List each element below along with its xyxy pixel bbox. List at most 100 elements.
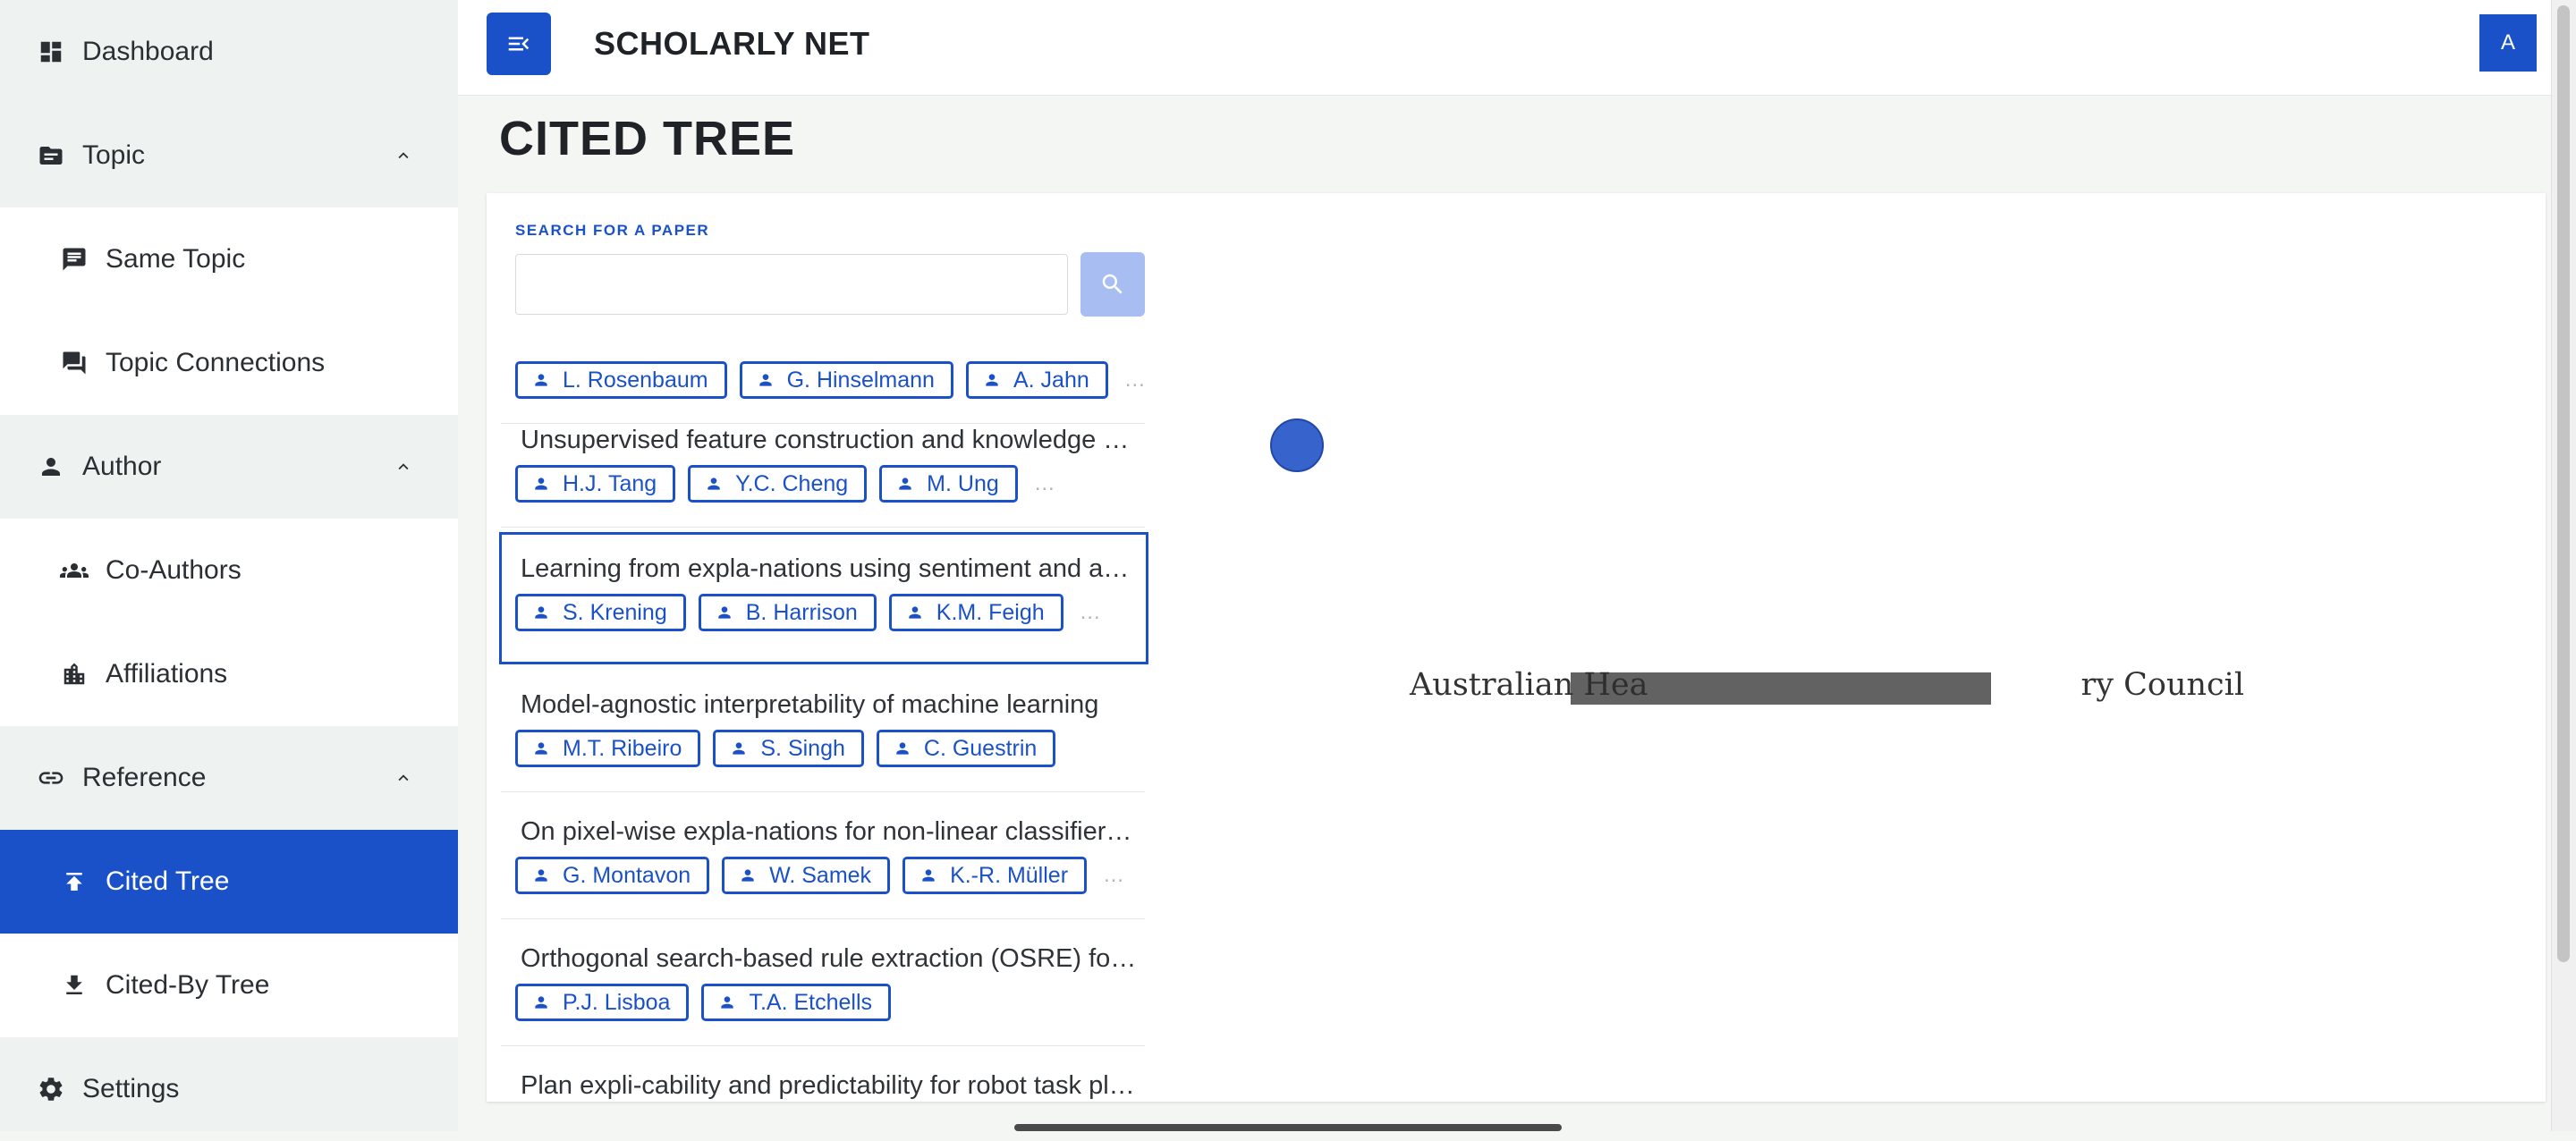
sidebar-item-cited-by-tree[interactable]: Cited-By Tree (0, 934, 458, 1037)
author-chip[interactable]: S. Krening (515, 594, 686, 631)
person-icon (986, 374, 998, 386)
search-header: SEARCH FOR A PAPER (487, 193, 1175, 347)
app-title: SCHOLARLY NET (594, 25, 870, 62)
chevron-up-icon[interactable] (392, 144, 415, 167)
paper-title: Learning from expla-nations using sentim… (521, 554, 1138, 583)
author-chip[interactable]: M. Ung (879, 465, 1018, 503)
chevron-up-icon[interactable] (392, 766, 415, 790)
building-icon (59, 659, 89, 689)
more-authors[interactable]: … (1103, 863, 1124, 888)
person-icon (922, 869, 935, 882)
paper-title: On pixel-wise expla-nations for non-line… (521, 817, 1138, 846)
sidebar-item-topic-connections[interactable]: Topic Connections (0, 311, 458, 415)
vertical-scrollbar[interactable] (2551, 0, 2576, 1131)
list-item[interactable]: Orthogonal search-based rule extraction … (501, 919, 1145, 1046)
author-chip[interactable]: P.J. Lisboa (515, 984, 690, 1021)
sidebar-item-label: Cited Tree (106, 866, 230, 896)
author-chip[interactable]: M.T. Ribeiro (515, 730, 701, 767)
sidebar-item-label: Settings (82, 1074, 180, 1103)
list-item[interactable]: Model-agnostic interpretability of machi… (501, 665, 1145, 792)
cited-tree-canvas[interactable] (1175, 193, 2546, 1102)
person-icon (535, 742, 547, 755)
chevron-up-icon[interactable] (392, 455, 415, 478)
sidebar-item-same-topic[interactable]: Same Topic (0, 207, 458, 311)
sidebar-item-co-authors[interactable]: Co-Authors (0, 519, 458, 622)
person-icon (535, 606, 547, 619)
person-icon (718, 606, 731, 619)
person-icon (535, 478, 547, 490)
person-icon (899, 478, 911, 490)
author-chip[interactable]: G. Hinselmann (739, 361, 953, 399)
sidebar: Dashboard Topic Same Topic Topic Connect… (0, 0, 458, 1131)
sidebar-item-affiliations[interactable]: Affiliations (0, 622, 458, 726)
sidebar-item-reference[interactable]: Reference (0, 726, 458, 830)
sidebar-item-label: Author (82, 452, 162, 481)
list-item[interactable]: Unsupervised feature construction and kn… (501, 401, 1145, 528)
person-icon (733, 742, 746, 755)
author-chips: H.J. Tang Y.C. Cheng M. Ung … (515, 465, 1055, 503)
group-icon (59, 555, 89, 586)
menu-open-icon (508, 37, 530, 51)
author-chip[interactable]: K.M. Feigh (888, 594, 1063, 631)
person-icon (708, 478, 720, 490)
paper-title: Model-agnostic interpretability of machi… (521, 690, 1099, 719)
more-authors[interactable]: … (1080, 600, 1101, 625)
paper-title: Unsupervised feature construction and kn… (521, 426, 1138, 454)
person-icon (535, 374, 547, 386)
menu-toggle-button[interactable] (487, 13, 551, 75)
person-icon (758, 374, 772, 386)
avatar[interactable]: A (2479, 14, 2537, 72)
top-bar: SCHOLARLY NET A (458, 0, 2576, 96)
sidebar-item-settings[interactable]: Settings (0, 1037, 458, 1141)
person-icon (721, 996, 734, 1009)
search-input[interactable] (515, 254, 1068, 315)
sidebar-item-label: Cited-By Tree (106, 970, 270, 1000)
author-chips: L. Rosenbaum G. Hinselmann A. Jahn … (515, 361, 1146, 399)
author-chip[interactable]: L. Rosenbaum (515, 361, 727, 399)
dashboard-icon (36, 37, 66, 67)
author-chip[interactable]: G. Montavon (515, 857, 710, 894)
author-chip[interactable]: Y.C. Cheng (688, 465, 868, 503)
author-chip[interactable]: K.-R. Müller (902, 857, 1088, 894)
horizontal-scrollbar-thumb[interactable] (1014, 1124, 1562, 1131)
more-authors[interactable]: … (1034, 471, 1055, 496)
scrollbar-thumb[interactable] (2557, 5, 2570, 962)
list-item[interactable]: Plan expli-cability and predictability f… (501, 1046, 1145, 1102)
forum-icon (59, 348, 89, 378)
author-chip[interactable]: B. Harrison (698, 594, 877, 631)
list-item-selected[interactable]: Learning from expla-nations using sentim… (499, 532, 1148, 664)
overlapping-labels (1571, 672, 1991, 705)
author-chip[interactable]: W. Samek (722, 857, 891, 894)
person-icon (535, 869, 547, 882)
topic-icon (36, 140, 66, 171)
author-chip[interactable]: C. Guestrin (876, 730, 1056, 767)
paper-title: Plan expli-cability and predictability f… (521, 1071, 1138, 1100)
author-chips: S. Krening B. Harrison K.M. Feigh … (515, 594, 1101, 631)
author-chip[interactable]: S. Singh (713, 730, 864, 767)
author-chip[interactable]: T.A. Etchells (701, 984, 892, 1021)
sidebar-item-dashboard[interactable]: Dashboard (0, 0, 458, 104)
person-icon (535, 996, 547, 1009)
search-button[interactable] (1080, 252, 1145, 317)
author-chip[interactable]: A. Jahn (965, 361, 1108, 399)
author-chips: M.T. Ribeiro S. Singh C. Guestrin (515, 730, 1068, 767)
more-authors[interactable]: … (1124, 368, 1146, 393)
search-icon (1102, 274, 1123, 294)
person-icon (909, 606, 921, 619)
sidebar-item-author[interactable]: Author (0, 415, 458, 519)
sidebar-item-cited-tree[interactable]: Cited Tree (0, 830, 458, 934)
upload-icon (59, 866, 89, 897)
author-chips: G. Montavon W. Samek K.-R. Müller … (515, 857, 1124, 894)
person-icon (741, 869, 754, 882)
sidebar-item-label: Topic (82, 140, 146, 170)
download-icon (59, 970, 89, 1001)
paper-search-panel: L. Rosenbaum G. Hinselmann A. Jahn … Uns… (487, 193, 1175, 1102)
sidebar-item-topic[interactable]: Topic (0, 104, 458, 207)
list-item[interactable]: On pixel-wise expla-nations for non-line… (501, 792, 1145, 919)
person-icon (896, 742, 909, 755)
paper-title: Orthogonal search-based rule extraction … (521, 944, 1138, 973)
sidebar-item-label: Same Topic (106, 244, 246, 274)
tree-root-node[interactable] (1270, 418, 1324, 472)
link-icon (36, 763, 66, 793)
author-chip[interactable]: H.J. Tang (515, 465, 676, 503)
